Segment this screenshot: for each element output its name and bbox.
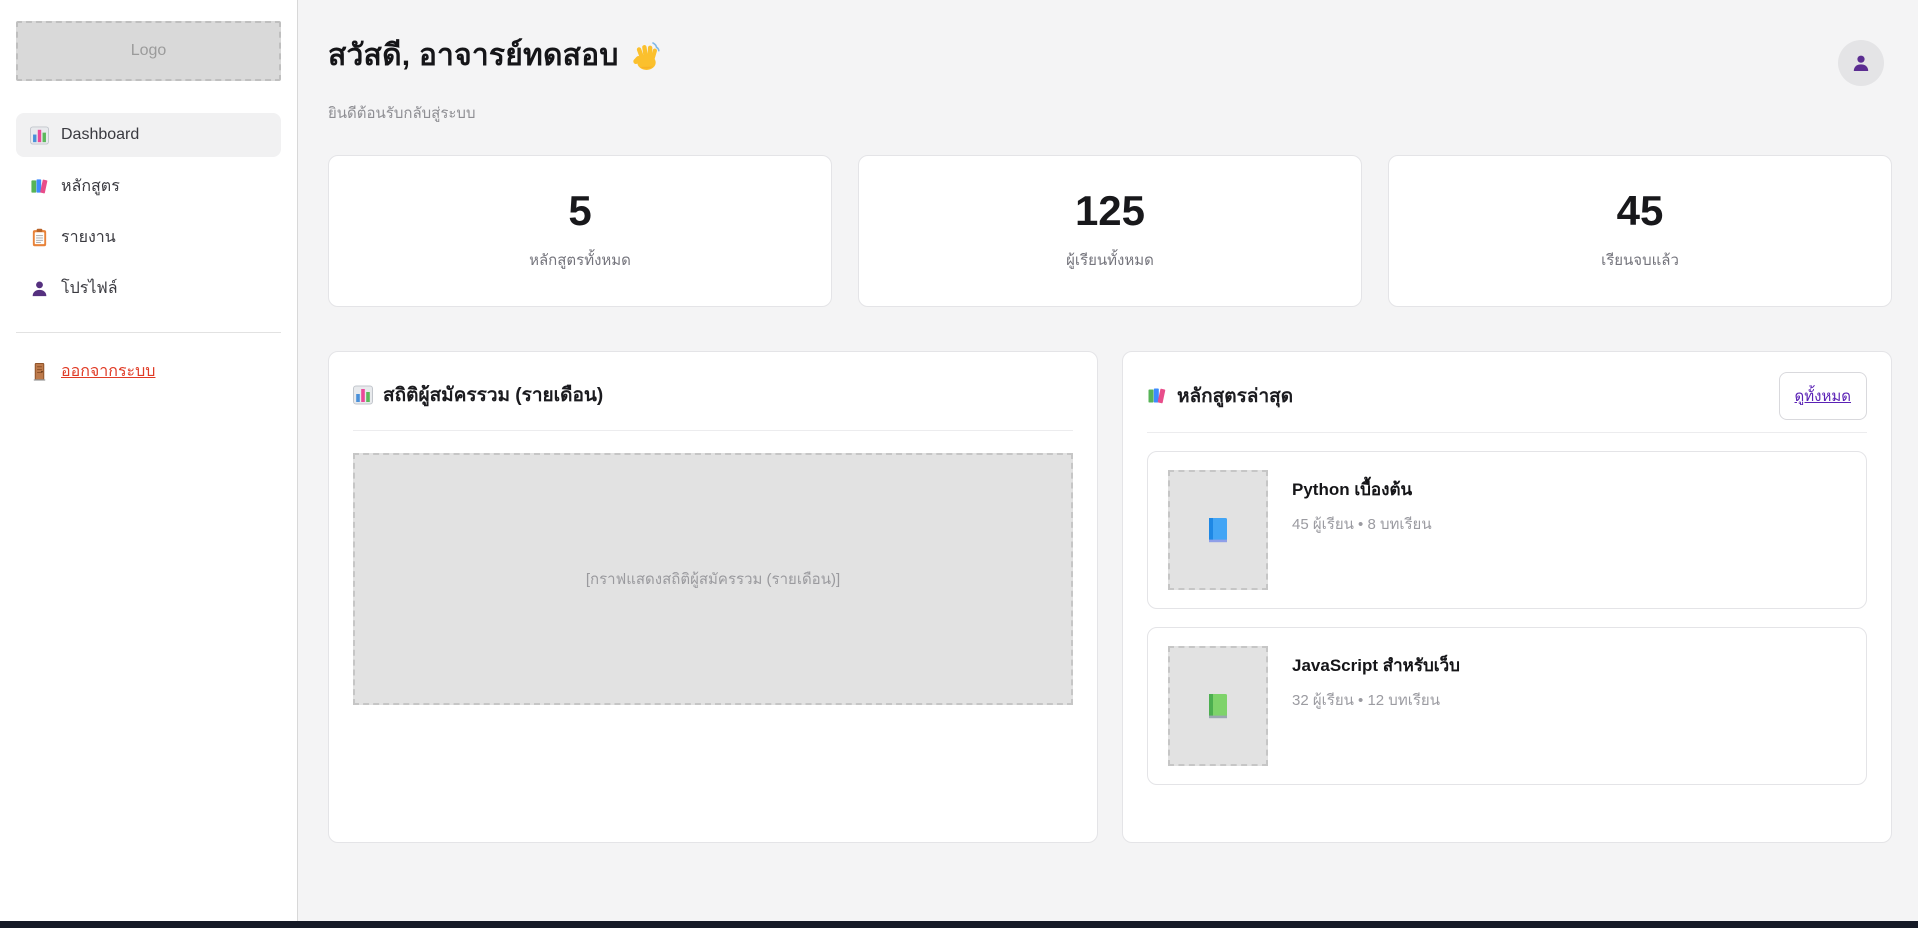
greeting-text: สวัสดี, อาจารย์ทดสอบ: [328, 32, 619, 79]
door-icon: [30, 362, 49, 381]
welcome-subtitle: ยินดีต้อนรับกลับสู่ระบบ: [328, 101, 663, 125]
stat-card-total-learners: 125 ผู้เรียนทั้งหมด: [858, 155, 1362, 307]
logo-text: Logo: [131, 42, 167, 60]
waving-hand-icon: [631, 40, 663, 72]
sidebar-nav: Dashboard หลักสูตร รายงาน: [16, 113, 281, 310]
stat-card-completed: 45 เรียนจบแล้ว: [1388, 155, 1892, 307]
sidebar-divider: [16, 332, 281, 333]
sidebar-item-label: รายงาน: [61, 225, 116, 250]
bar-chart-icon: [30, 126, 49, 145]
logout-link[interactable]: ออกจากระบบ: [30, 359, 155, 384]
stats-row: 5 หลักสูตรทั้งหมด 125 ผู้เรียนทั้งหมด 45…: [328, 155, 1892, 307]
course-meta: 32 ผู้เรียน • 12 บทเรียน: [1292, 688, 1460, 712]
latest-courses-panel: หลักสูตรล่าสุด ดูทั้งหมด Python เบื้องต้…: [1122, 351, 1892, 843]
main-content: สวัสดี, อาจารย์ทดสอบ ยินดีต้อนรับกลับสู่…: [298, 0, 1918, 921]
sidebar-item-courses[interactable]: หลักสูตร: [16, 164, 281, 208]
view-all-button[interactable]: ดูทั้งหมด: [1779, 372, 1867, 420]
person-icon: [1851, 53, 1871, 73]
sidebar: Logo Dashboard หลักสูตร: [0, 0, 298, 921]
stat-value: 5: [568, 190, 591, 232]
course-info: JavaScript สำหรับเว็บ 32 ผู้เรียน • 12 บ…: [1292, 646, 1460, 766]
stat-value: 125: [1075, 190, 1145, 232]
course-item-javascript[interactable]: JavaScript สำหรับเว็บ 32 ผู้เรียน • 12 บ…: [1147, 627, 1867, 785]
stat-label: ผู้เรียนทั้งหมด: [1066, 248, 1154, 272]
sidebar-item-profile[interactable]: โปรไฟล์: [16, 266, 281, 310]
panels-row: สถิติผู้สมัครรวม (รายเดือน) [กราฟแสดงสถิ…: [328, 351, 1892, 843]
course-item-python[interactable]: Python เบื้องต้น 45 ผู้เรียน • 8 บทเรียน: [1147, 451, 1867, 609]
sidebar-item-label: หลักสูตร: [61, 174, 120, 199]
books-icon: [30, 177, 49, 196]
avatar[interactable]: [1838, 40, 1884, 86]
course-info: Python เบื้องต้น 45 ผู้เรียน • 8 บทเรียน: [1292, 470, 1432, 590]
chart-placeholder-text: [กราฟแสดงสถิติผู้สมัครรวม (รายเดือน)]: [586, 567, 840, 591]
green-book-icon: [1207, 693, 1229, 720]
clipboard-icon: [30, 228, 49, 247]
stat-value: 45: [1617, 190, 1664, 232]
sidebar-item-label: Dashboard: [61, 126, 139, 144]
bottom-bar: [0, 921, 1918, 928]
page: Logo Dashboard หลักสูตร: [0, 0, 1918, 928]
course-title: JavaScript สำหรับเว็บ: [1292, 652, 1460, 679]
panel-title: หลักสูตรล่าสุด: [1147, 373, 1293, 419]
panel-title-text: หลักสูตรล่าสุด: [1177, 381, 1293, 411]
course-thumbnail-placeholder: [1168, 470, 1268, 590]
chart-placeholder: [กราฟแสดงสถิติผู้สมัครรวม (รายเดือน)]: [353, 453, 1073, 705]
stat-label: เรียนจบแล้ว: [1601, 248, 1679, 272]
course-meta: 45 ผู้เรียน • 8 บทเรียน: [1292, 512, 1432, 536]
sidebar-item-reports[interactable]: รายงาน: [16, 215, 281, 259]
panel-title: สถิติผู้สมัครรวม (รายเดือน): [353, 372, 603, 418]
view-all-label: ดูทั้งหมด: [1795, 388, 1851, 405]
header: สวัสดี, อาจารย์ทดสอบ ยินดีต้อนรับกลับสู่…: [328, 26, 1892, 125]
sidebar-item-dashboard[interactable]: Dashboard: [16, 113, 281, 157]
panel-divider: [353, 430, 1073, 431]
panel-divider: [1147, 432, 1867, 433]
course-title: Python เบื้องต้น: [1292, 476, 1432, 503]
enrollment-stats-panel: สถิติผู้สมัครรวม (รายเดือน) [กราฟแสดงสถิ…: [328, 351, 1098, 843]
books-icon: [1147, 386, 1167, 406]
bar-chart-icon: [353, 385, 373, 405]
course-thumbnail-placeholder: [1168, 646, 1268, 766]
blue-book-icon: [1207, 517, 1229, 544]
logo-placeholder: Logo: [16, 21, 281, 81]
panel-title-text: สถิติผู้สมัครรวม (รายเดือน): [383, 380, 603, 410]
person-icon: [30, 279, 49, 298]
logout-label: ออกจากระบบ: [61, 359, 155, 384]
stat-label: หลักสูตรทั้งหมด: [529, 248, 631, 272]
page-title: สวัสดี, อาจารย์ทดสอบ: [328, 32, 663, 79]
stat-card-total-courses: 5 หลักสูตรทั้งหมด: [328, 155, 832, 307]
sidebar-item-label: โปรไฟล์: [61, 276, 118, 301]
